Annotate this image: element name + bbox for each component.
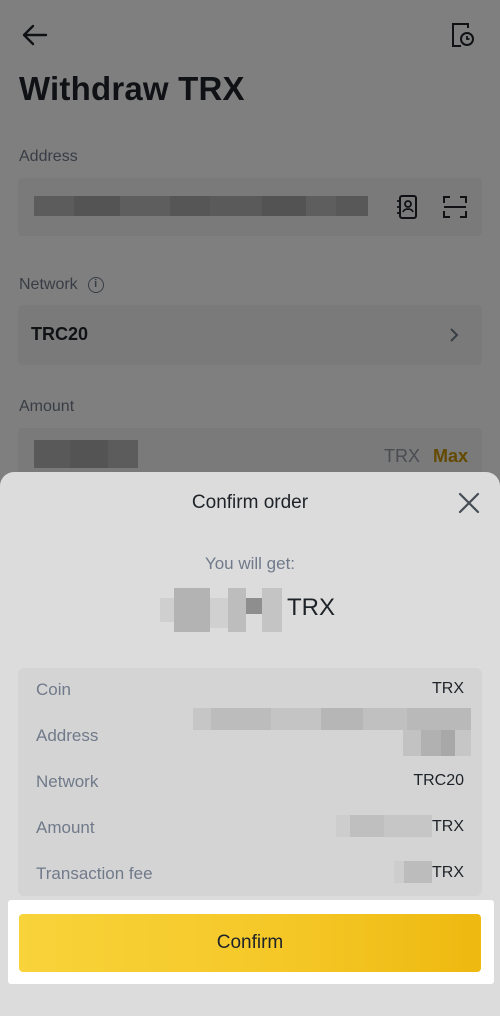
address-detail-redacted-2 [403, 730, 471, 756]
address-detail-redacted [193, 708, 471, 730]
coin-label: Coin [36, 680, 71, 699]
get-unit: TRX [287, 594, 335, 621]
amount-detail-unit: TRX [432, 818, 464, 835]
amount-detail-redacted [336, 815, 432, 837]
fee-label: Transaction fee [36, 864, 153, 883]
get-amount: TRX [0, 584, 500, 634]
detail-row-coin: Coin TRX [18, 674, 482, 704]
address-detail-label: Address [36, 726, 99, 745]
confirm-highlight: Confirm [8, 900, 494, 984]
coin-value: TRX [432, 680, 464, 697]
close-button[interactable] [454, 488, 484, 518]
fee-unit: TRX [432, 864, 464, 881]
fee-redacted [394, 861, 432, 883]
order-details: Coin TRX Address Network TRC20 Amount TR… [18, 668, 482, 896]
close-icon [458, 492, 480, 514]
detail-row-address: Address [18, 708, 482, 756]
get-amount-redacted [160, 588, 282, 632]
sheet-title: Confirm order [191, 492, 309, 513]
confirm-order-sheet: Confirm order You will get: TRX Coin TRX… [0, 472, 500, 1016]
confirm-button[interactable]: Confirm [19, 914, 481, 972]
detail-row-network: Network TRC20 [18, 766, 482, 796]
network-detail-label: Network [36, 772, 99, 791]
detail-row-fee: Transaction fee TRX [18, 858, 482, 888]
detail-row-amount: Amount TRX [18, 812, 482, 842]
you-will-get-label: You will get: [204, 554, 296, 573]
network-detail-value: TRC20 [413, 772, 464, 789]
amount-detail-label: Amount [36, 818, 95, 837]
